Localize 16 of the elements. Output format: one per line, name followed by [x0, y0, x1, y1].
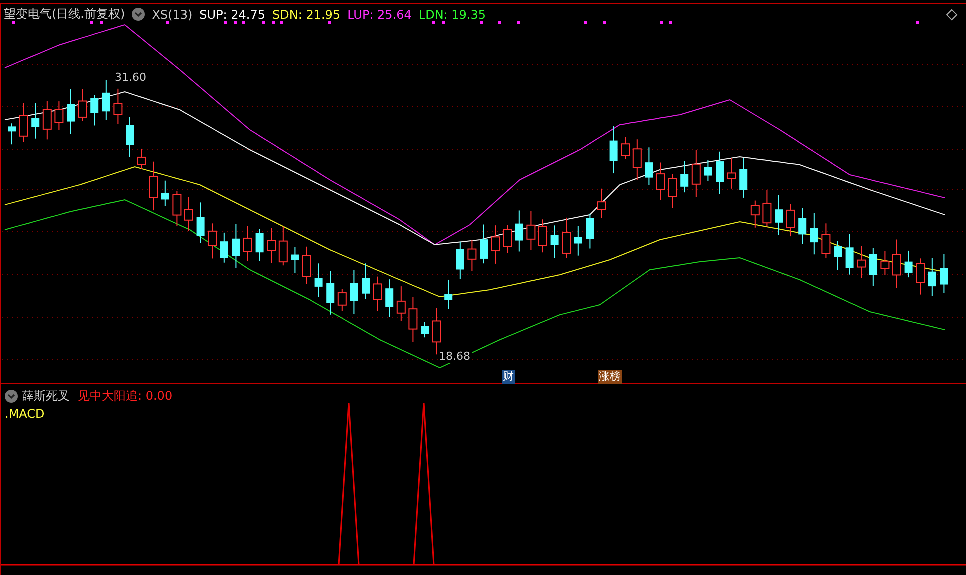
price-label: 18.68: [438, 350, 472, 363]
indicator-value: LDN: 19.35: [418, 8, 486, 22]
indicator-value: LUP: 25.64: [348, 8, 412, 22]
indicator-label: .MACD: [4, 407, 46, 421]
signal-value: 见中大阳追: 0.00: [78, 388, 173, 405]
indicator-value: SUP: 24.75: [200, 8, 266, 22]
stock-title: 望变电气(日线.前复权): [4, 6, 126, 23]
event-tag[interactable]: 财: [502, 370, 515, 384]
diamond-icon[interactable]: [946, 9, 958, 21]
indicator-value: SDN: 21.95: [272, 8, 341, 22]
event-tag[interactable]: 涨榜: [598, 370, 622, 384]
dropdown-icon[interactable]: [5, 390, 18, 403]
dropdown-icon[interactable]: [132, 8, 146, 21]
indicator-title: 薛斯死叉: [22, 388, 70, 405]
indicator-value: XS(13): [152, 8, 193, 22]
price-label: 31.60: [114, 71, 148, 84]
